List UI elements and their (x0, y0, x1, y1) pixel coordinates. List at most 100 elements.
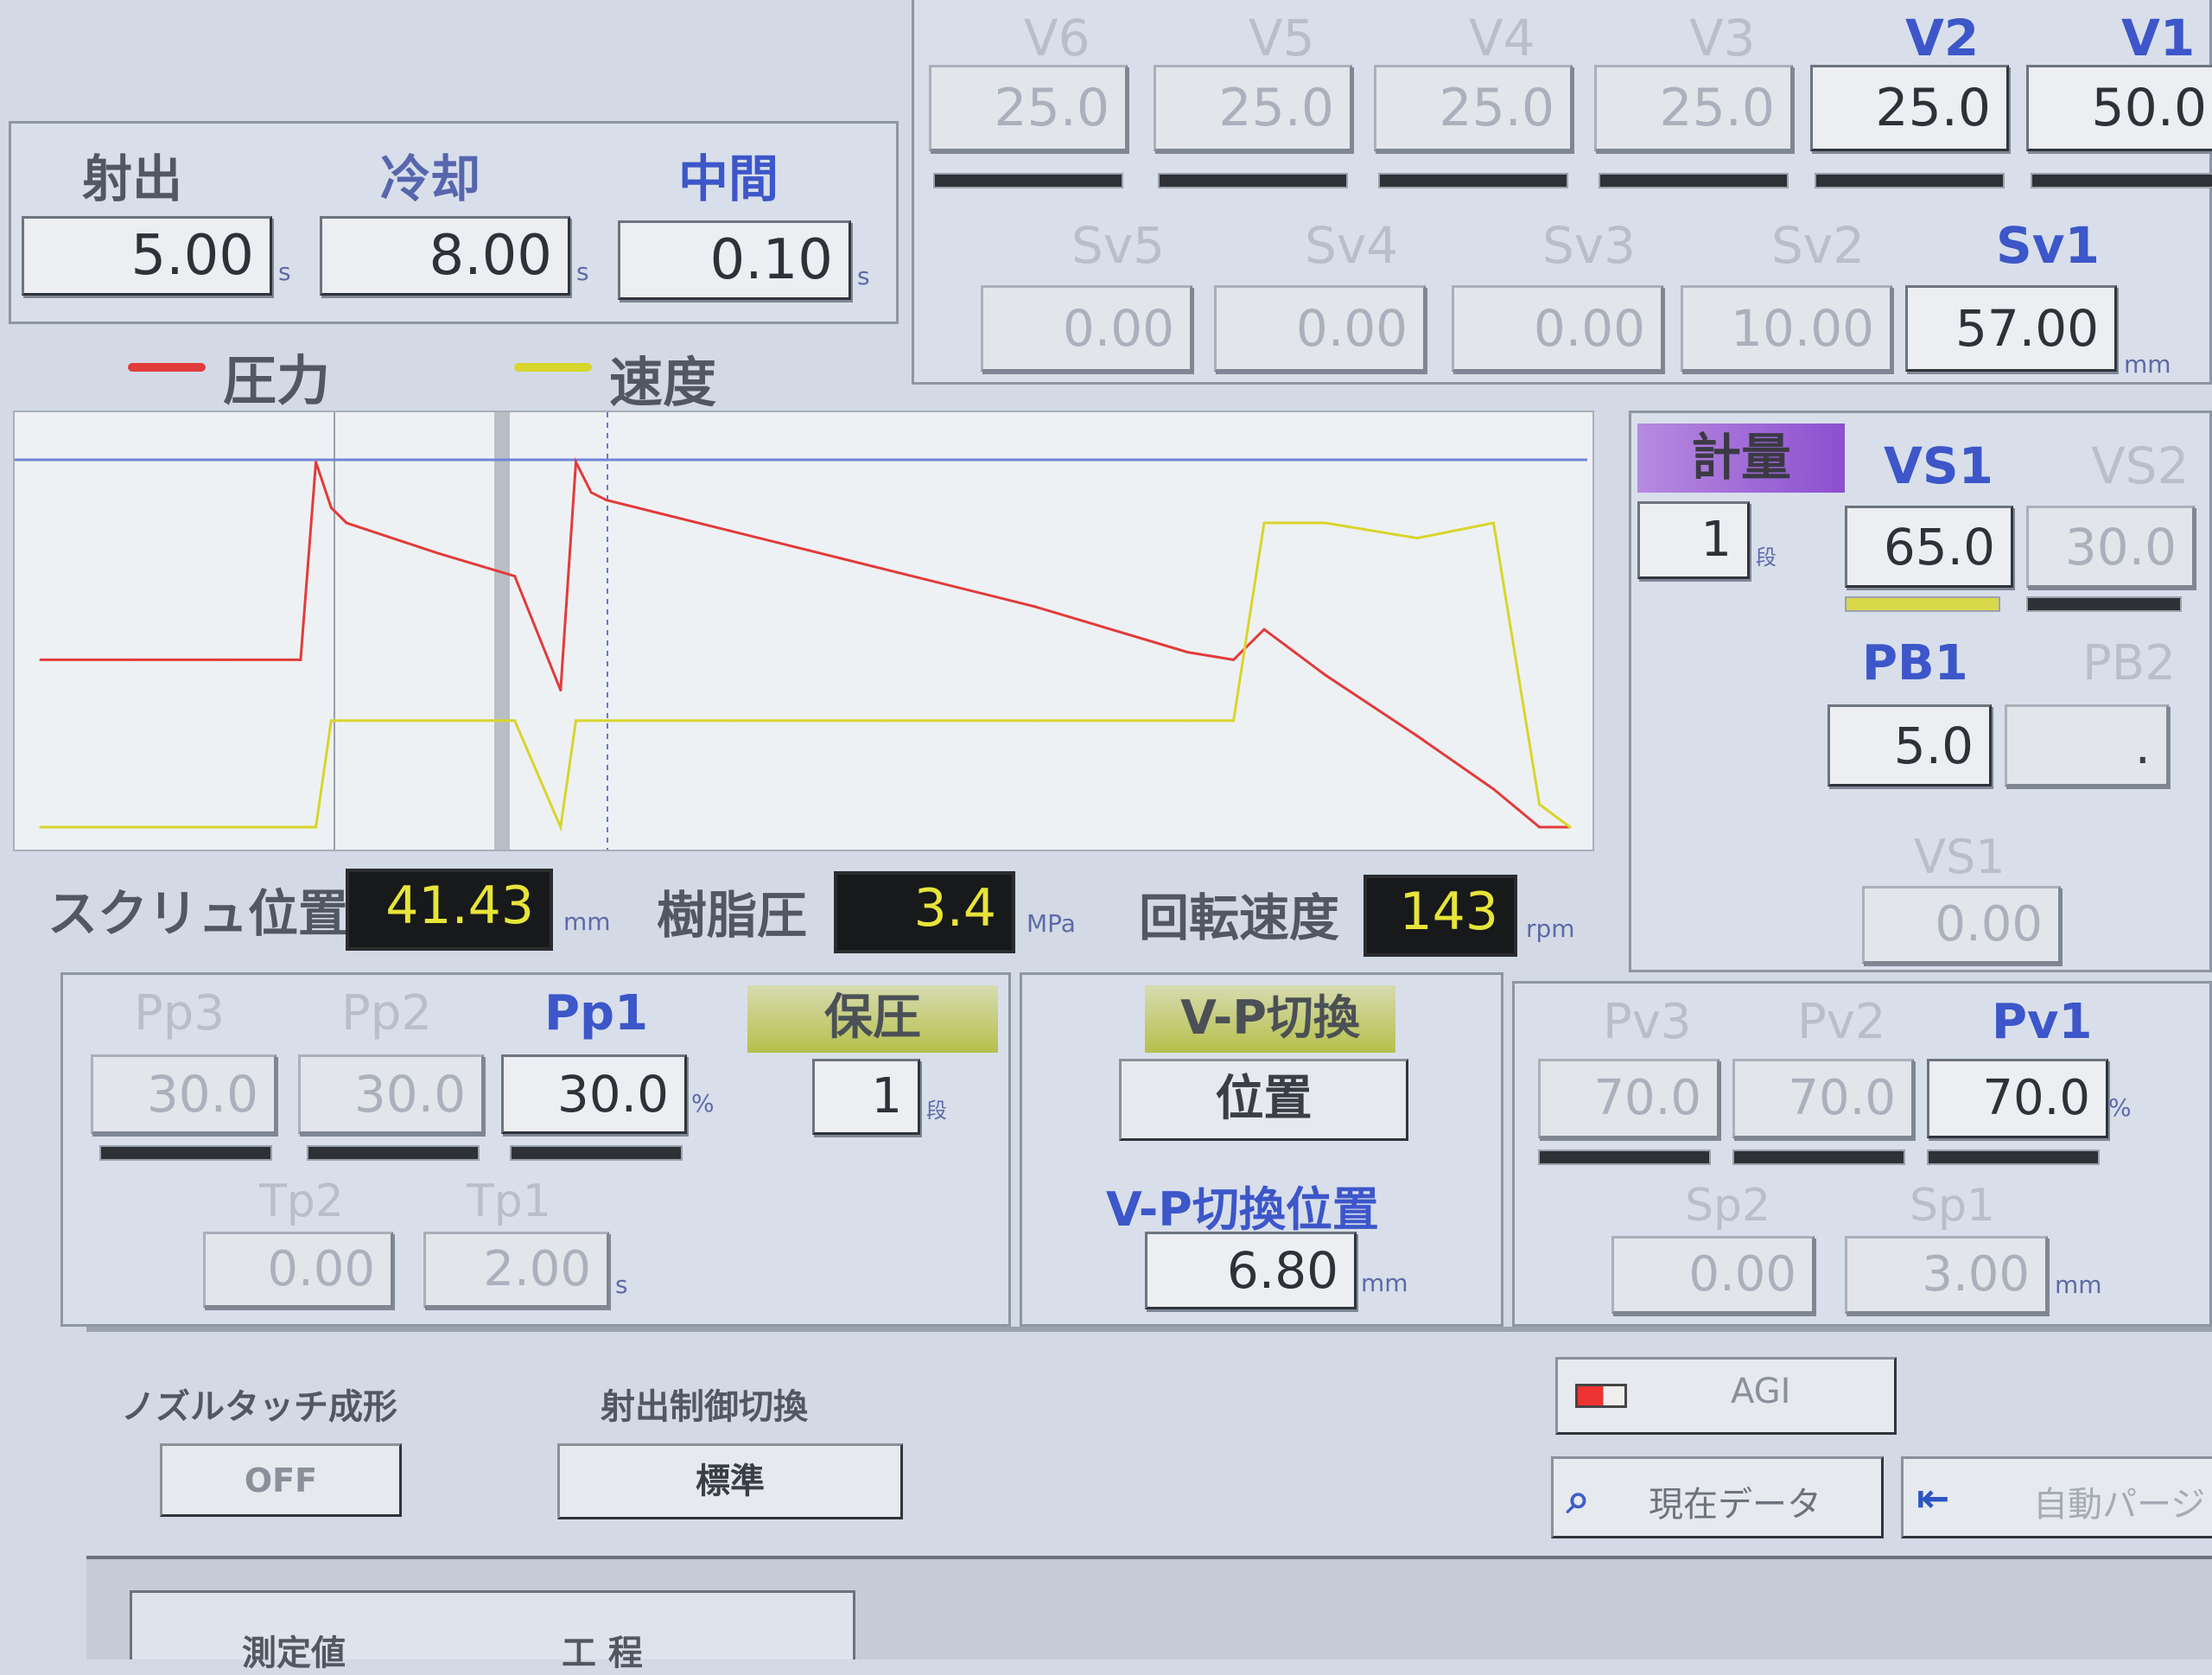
waveform-chart (13, 411, 1594, 851)
agi-indicator-icon (1575, 1384, 1627, 1408)
chart-point-speed-8 (513, 719, 517, 723)
sp1-field[interactable]: 3.00 (1845, 1236, 2048, 1314)
chart-point-speed-20 (1415, 537, 1419, 540)
chart-point-speed-13 (728, 719, 730, 723)
interval-time-field[interactable]: 0.10 (618, 220, 851, 300)
metering-stages-unit: 段 (1756, 545, 1777, 570)
chart-point-speed-19 (1324, 521, 1327, 525)
holding-bar-pp3 (99, 1145, 272, 1161)
holding-label-pp1: Pp1 (544, 985, 649, 1041)
chart-point-pressure-3 (299, 658, 302, 661)
interval-time-label: 中間 (678, 150, 779, 208)
vs1-field[interactable]: 65.0 (1845, 506, 2013, 588)
vs1-lower-field[interactable]: 0.00 (1862, 886, 2061, 964)
metering-stages-field[interactable]: 1 (1637, 501, 1750, 579)
chart-point-speed-6 (345, 719, 348, 723)
pb1-field[interactable]: 5.0 (1827, 704, 1992, 787)
chart-point-pressure-11 (589, 491, 593, 494)
chart-point-pressure-12 (605, 499, 608, 502)
vs2-field[interactable]: 30.0 (2026, 506, 2195, 588)
pressure-legend-label: 圧力 (223, 349, 331, 412)
speed-field-v2[interactable]: 25.0 (1810, 65, 2009, 151)
holding-stages-field[interactable]: 1 (812, 1059, 920, 1135)
chart-point-speed-23 (1568, 825, 1572, 829)
footer-measured-label: 測定値 (242, 1634, 346, 1673)
vs1-lower-label: VS1 (1914, 830, 2005, 884)
chart-point-pressure-9 (559, 689, 563, 692)
chart-point-pressure-21 (1492, 787, 1495, 791)
position-field-sv2[interactable]: 10.00 (1681, 285, 1892, 372)
holding-field-pp2[interactable]: 30.0 (298, 1054, 484, 1134)
tp2-field[interactable]: 0.00 (203, 1232, 393, 1308)
speed-bar-v5 (1158, 173, 1348, 188)
speed-field-v4[interactable]: 25.0 (1374, 65, 1573, 151)
speed-field-v3[interactable]: 25.0 (1594, 65, 1793, 151)
bottom-divider (86, 1327, 2212, 1332)
decompress-bar-pv3 (1538, 1150, 1711, 1165)
holding-time-unit: s (615, 1271, 628, 1299)
position-label-sv5: Sv5 (1071, 216, 1166, 275)
rotation-speed-display: 143 (1363, 875, 1517, 957)
cooling-time-field[interactable]: 8.00 (320, 216, 570, 296)
holding-tab[interactable]: 保圧 (747, 985, 998, 1053)
chart-point-speed-16 (1186, 719, 1189, 723)
vp-position-field[interactable]: 6.80 (1145, 1232, 1357, 1309)
screw-position-display: 41.43 (346, 869, 553, 951)
decompress-unit: % (2108, 1093, 2132, 1122)
auto-purge-button[interactable]: ⇤ 自動パージ (1901, 1456, 2212, 1538)
holding-stages-unit: 段 (926, 1099, 947, 1123)
chart-point-speed-7 (436, 719, 440, 723)
holding-label-pp2: Pp2 (341, 985, 432, 1041)
injection-control-button[interactable]: 標準 (557, 1443, 903, 1519)
speed-field-v6[interactable]: 25.0 (929, 65, 1128, 151)
sp1-label: Sp1 (1910, 1180, 1996, 1232)
holding-bar-pp1 (510, 1145, 683, 1161)
holding-field-pp3[interactable]: 30.0 (91, 1054, 276, 1134)
speed-label-v5: V5 (1249, 9, 1315, 67)
speed-bar-v1 (2031, 173, 2212, 188)
vp-switch-tab[interactable]: V-P切換 (1145, 985, 1395, 1053)
vs1-active-bar (1845, 596, 2000, 612)
nozzle-touch-button[interactable]: OFF (160, 1443, 402, 1517)
sp2-field[interactable]: 0.00 (1611, 1236, 1815, 1314)
chart-point-speed-1 (130, 825, 134, 829)
decompress-field-pv1[interactable]: 70.0 (1927, 1059, 2108, 1138)
chart-point-pressure-14 (880, 567, 883, 570)
decompress-label-pv3: Pv3 (1603, 994, 1692, 1050)
injection-time-field[interactable]: 5.00 (22, 216, 272, 296)
cooling-time-unit: s (576, 258, 589, 286)
pb2-label: PB2 (2082, 635, 2176, 691)
decompress-field-pv2[interactable]: 70.0 (1732, 1059, 1914, 1138)
chart-point-pressure-1 (130, 658, 134, 661)
chart-series-pressure (41, 457, 1570, 829)
chart-point-speed-0 (39, 825, 42, 829)
position-field-sv5[interactable]: 0.00 (981, 285, 1192, 372)
current-data-button[interactable]: ⌕ 現在データ (1551, 1456, 1884, 1538)
position-label-sv4: Sv4 (1305, 216, 1399, 275)
chart-point-speed-12 (605, 719, 608, 723)
vp-position-unit: mm (1361, 1269, 1408, 1297)
vp-mode-button[interactable]: 位置 (1119, 1059, 1408, 1141)
chart-point-pressure-2 (222, 658, 226, 661)
holding-field-pp1[interactable]: 30.0 (501, 1054, 687, 1134)
pb2-field[interactable]: . (2005, 704, 2169, 787)
decompress-field-pv3[interactable]: 70.0 (1538, 1059, 1719, 1138)
chart-point-speed-18 (1262, 521, 1266, 525)
speed-bar-v6 (933, 173, 1123, 188)
position-field-sv1[interactable]: 57.00 (1905, 285, 2117, 372)
agi-button[interactable]: AGI (1555, 1357, 1897, 1435)
speed-label-v4: V4 (1469, 9, 1535, 67)
decompress-pos-unit: mm (2055, 1271, 2102, 1299)
chart-point-pressure-18 (1262, 627, 1266, 631)
pb1-label: PB1 (1862, 635, 1968, 691)
position-field-sv4[interactable]: 0.00 (1214, 285, 1426, 372)
speed-label-v3: V3 (1689, 9, 1756, 67)
chart-point-pressure-6 (345, 521, 348, 525)
position-field-sv3[interactable]: 0.00 (1452, 285, 1663, 372)
speed-field-v5[interactable]: 25.0 (1154, 65, 1352, 151)
screw-position-label: スクリュ位置 (48, 884, 349, 943)
chart-point-pressure-4 (315, 461, 318, 464)
tp1-field[interactable]: 2.00 (423, 1232, 609, 1308)
injection-position-unit: mm (2124, 350, 2171, 379)
speed-field-v1[interactable]: 50.0 (2026, 65, 2212, 151)
